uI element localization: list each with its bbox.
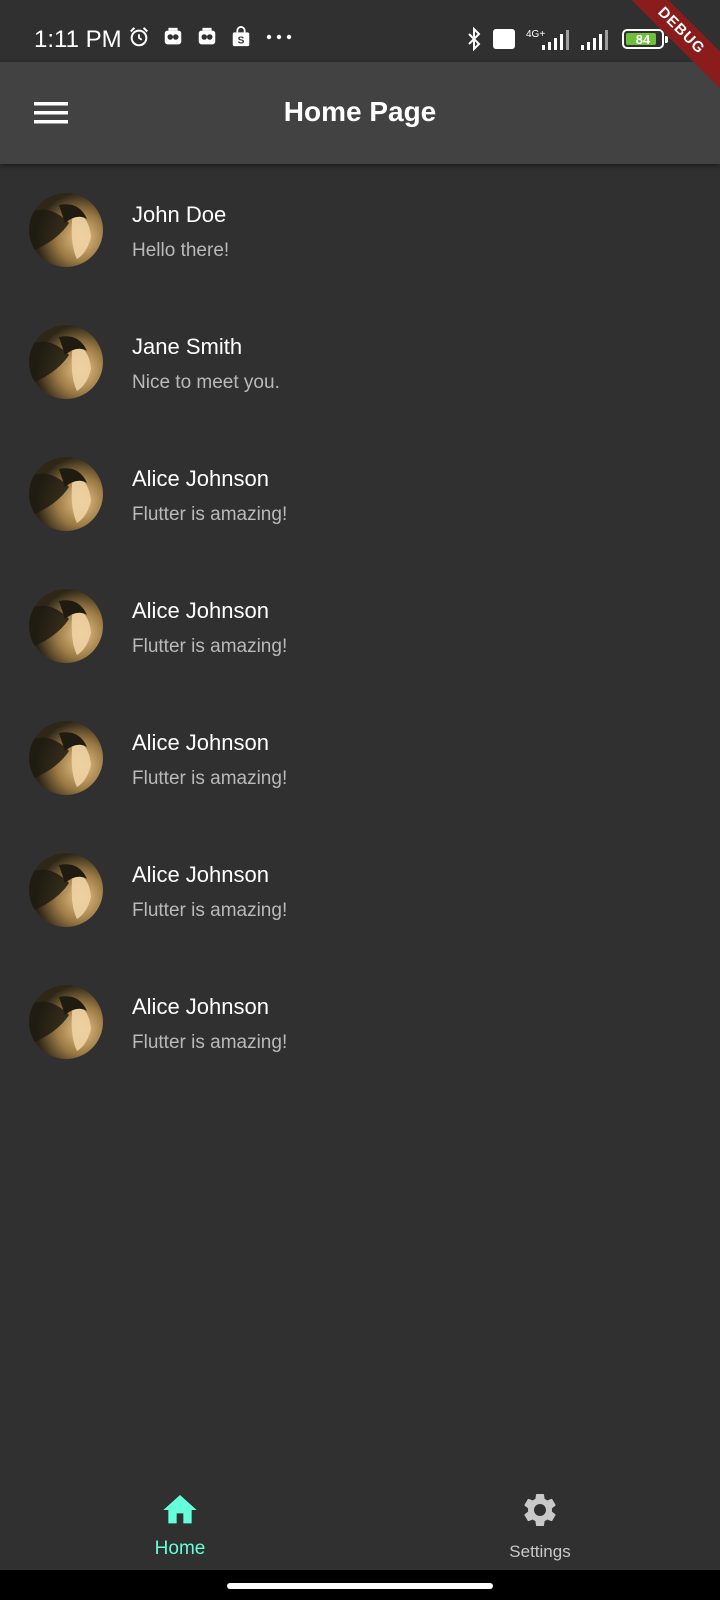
status-right-icons: 4G+ 84 [466, 27, 668, 51]
bottom-navigation: Home Settings [0, 1460, 720, 1570]
status-bar: 1:11 PM S 4G+ 84 [0, 0, 720, 62]
avatar-photo [29, 325, 103, 399]
app-screen: 1:11 PM S 4G+ 84 DEBUG Home Page John Do… [0, 0, 720, 1600]
contact-name: Alice Johnson [132, 466, 269, 491]
svg-text:S: S [238, 35, 245, 46]
nav-label-home: Home [154, 1538, 206, 1559]
contact-name: Alice Johnson [132, 994, 269, 1019]
avatar [29, 985, 103, 1059]
app-bar: Home Page [0, 62, 720, 164]
page-title: Home Page [283, 96, 437, 127]
contact-list: John Doe Hello there! Jane Smith Nice to… [0, 164, 720, 1088]
contact-message: Hello there! [132, 240, 230, 261]
avatar [29, 853, 103, 927]
nav-item-home[interactable]: Home [0, 1460, 360, 1570]
bluetooth-icon [468, 27, 481, 51]
contact-message: Flutter is amazing! [132, 636, 288, 657]
avatar-photo [29, 193, 103, 267]
avatar-photo [29, 853, 103, 927]
contact-name: Alice Johnson [132, 730, 269, 755]
contact-message: Flutter is amazing! [132, 900, 288, 921]
avatar-photo [29, 985, 103, 1059]
list-item[interactable]: Alice Johnson Flutter is amazing! [0, 956, 720, 1088]
shopping-bag-icon: S [232, 26, 250, 46]
avatar [29, 457, 103, 531]
list-item[interactable]: John Doe Hello there! [0, 164, 720, 296]
home-icon [163, 1495, 197, 1524]
network-type-label: 4G+ [526, 29, 545, 40]
more-dots-icon [266, 34, 292, 40]
signal-icon [581, 30, 608, 50]
contact-name: Alice Johnson [132, 862, 269, 887]
app-notification-icon [198, 27, 216, 45]
avatar-photo [29, 721, 103, 795]
signal-4g-icon: 4G+ [526, 29, 569, 50]
avatar [29, 721, 103, 795]
contact-message: Flutter is amazing! [132, 504, 288, 525]
contact-name: John Doe [132, 202, 227, 227]
battery-icon: 84 [622, 29, 668, 49]
settings-gear-icon [524, 1494, 556, 1526]
volte-icon [493, 29, 515, 49]
avatar [29, 589, 103, 663]
contact-name: Jane Smith [132, 334, 243, 359]
list-item[interactable]: Alice Johnson Flutter is amazing! [0, 824, 720, 956]
avatar [29, 325, 103, 399]
contact-name: Alice Johnson [132, 598, 269, 623]
contact-message: Nice to meet you. [132, 372, 280, 393]
list-item[interactable]: Alice Johnson Flutter is amazing! [0, 692, 720, 824]
avatar-photo [29, 457, 103, 531]
list-item[interactable]: Alice Johnson Flutter is amazing! [0, 428, 720, 560]
nav-label-settings: Settings [509, 1542, 571, 1561]
status-time: 1:11 PM [34, 26, 122, 53]
app-notification-icon [164, 27, 182, 45]
battery-level: 84 [635, 31, 651, 47]
alarm-icon [130, 27, 148, 47]
home-gesture-handle[interactable] [227, 1583, 493, 1589]
list-item[interactable]: Alice Johnson Flutter is amazing! [0, 560, 720, 692]
nav-item-settings[interactable]: Settings [360, 1460, 720, 1570]
avatar [29, 193, 103, 267]
status-left-icons: S [128, 26, 294, 48]
contact-message: Flutter is amazing! [132, 768, 288, 789]
list-item[interactable]: Jane Smith Nice to meet you. [0, 296, 720, 428]
contact-message: Flutter is amazing! [132, 1032, 288, 1053]
gesture-bar [0, 1570, 720, 1600]
avatar-photo [29, 589, 103, 663]
